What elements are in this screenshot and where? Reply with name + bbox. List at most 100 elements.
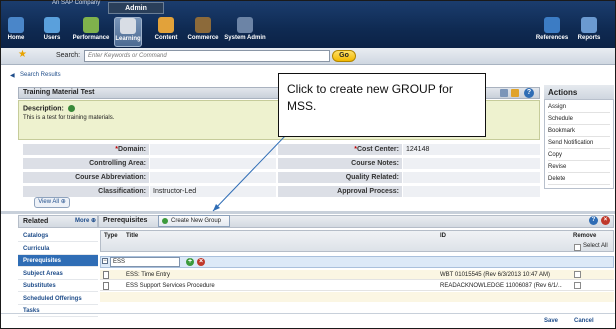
save-button[interactable]: Save — [544, 318, 558, 324]
field-label: *Cost Center: — [278, 144, 402, 155]
field-label-text: Classification: — [98, 188, 146, 195]
column-id[interactable]: ID — [440, 233, 446, 239]
field-value — [403, 158, 540, 169]
field-label-text: Approval Process: — [337, 188, 399, 195]
prerequisites-table-header — [100, 230, 614, 252]
field-label-text: Controlling Area: — [89, 160, 146, 167]
search-results-link[interactable]: Search Results — [20, 72, 61, 78]
nav-commerce[interactable]: Commerce — [185, 17, 221, 47]
references-icon — [544, 17, 560, 33]
field-label-text: Quality Related: — [345, 174, 399, 181]
action-revise[interactable]: Revise — [548, 161, 610, 173]
nav-label: Commerce — [187, 35, 219, 41]
related-substitutes[interactable]: Substitutes — [18, 280, 98, 292]
nav-references[interactable]: References — [532, 17, 572, 47]
instruction-callout: Click to create new GROUP for MSS. — [278, 73, 486, 137]
related-tasks[interactable]: Tasks — [18, 305, 98, 317]
field-label: Course Notes: — [278, 158, 402, 169]
field-value — [403, 172, 540, 183]
search-label: Search: — [56, 52, 81, 59]
group-name-input[interactable]: ESS — [110, 257, 180, 267]
print-icon[interactable] — [511, 89, 519, 97]
field-label-text: Domain: — [118, 146, 146, 153]
create-new-group-label: Create New Group — [171, 218, 222, 224]
field-label: Classification: — [23, 186, 149, 197]
prereq-help-icon[interactable]: ? — [589, 216, 598, 225]
related-scheduled-offerings[interactable]: Scheduled Offerings — [18, 293, 98, 305]
field-value — [150, 158, 276, 169]
prereq-close-icon[interactable]: × — [601, 216, 610, 225]
nav-users[interactable]: Users — [38, 17, 66, 47]
action-bookmark[interactable]: Bookmark — [548, 125, 610, 137]
performance-icon — [83, 17, 99, 33]
nav-reports[interactable]: Reports — [574, 17, 604, 47]
document-icon — [103, 282, 109, 290]
field-value — [403, 186, 540, 197]
prereq-id: WBT 01015545 (Rev 6/3/2013 10:47 AM) — [440, 272, 550, 278]
commerce-icon — [195, 17, 211, 33]
related-subject-areas[interactable]: Subject Areas — [18, 268, 98, 280]
related-prerequisites[interactable]: Prerequisites — [18, 255, 98, 267]
view-all-button[interactable]: View All ⊕ — [34, 197, 70, 208]
nav-label: Performance — [72, 35, 110, 41]
prereq-title: ESS: Time Entry — [126, 272, 171, 278]
admin-tab[interactable]: Admin — [108, 2, 164, 14]
field-label-text: Cost Center: — [356, 146, 399, 153]
action-send-notification[interactable]: Send Notification — [548, 137, 610, 149]
nav-label: Learning — [115, 36, 141, 42]
back-arrow-icon[interactable]: ◀ — [10, 72, 15, 79]
action-copy[interactable]: Copy — [548, 149, 610, 161]
add-circle-icon — [162, 218, 168, 224]
prereq-title: ESS Support Services Procedure — [126, 283, 215, 289]
related-curricula[interactable]: Curricula — [18, 243, 98, 255]
related-catalogs[interactable]: Catalogs — [18, 230, 98, 242]
add-to-group-icon[interactable]: + — [186, 258, 194, 266]
column-title[interactable]: Title — [126, 233, 138, 239]
column-remove: Remove — [573, 233, 597, 239]
expand-circle-icon: ⊕ — [60, 199, 66, 205]
search-input[interactable]: Enter Keywords or Command — [84, 50, 330, 62]
select-all-checkbox[interactable] — [574, 244, 581, 251]
system-admin-icon — [237, 17, 253, 33]
field-label-text: Course Notes: — [351, 160, 399, 167]
reports-icon — [581, 17, 597, 33]
view-all-label: View All — [38, 199, 60, 205]
remove-checkbox[interactable] — [574, 271, 581, 278]
nav-label: Home — [7, 35, 25, 41]
help-icon[interactable]: ? — [524, 88, 534, 98]
nav-learning[interactable]: Learning — [114, 17, 142, 47]
action-delete[interactable]: Delete — [548, 173, 610, 185]
nav-label: Content — [154, 35, 178, 41]
footer-divider — [1, 313, 615, 314]
prereq-id: READACKNOWLEDGE 11006087 (Rev 6/1/... — [440, 283, 562, 289]
action-schedule[interactable]: Schedule — [548, 113, 610, 125]
field-value: 124148 — [403, 144, 540, 155]
go-button[interactable]: Go — [332, 50, 356, 62]
column-type[interactable]: Type — [104, 233, 118, 239]
nav-performance[interactable]: Performance — [72, 17, 110, 47]
create-new-group-button[interactable]: Create New Group — [158, 215, 230, 227]
nav-home[interactable]: Home — [2, 17, 30, 47]
home-icon — [8, 17, 24, 33]
field-label: Course Abbreviation: — [23, 172, 149, 183]
globe-icon — [67, 105, 75, 112]
edit-icon[interactable] — [500, 89, 508, 97]
description-label: Description: — [23, 105, 64, 113]
field-label: Approval Process: — [278, 186, 402, 197]
field-label: Quality Related: — [278, 172, 402, 183]
content-icon — [158, 17, 174, 33]
nav-content[interactable]: Content — [150, 17, 182, 47]
more-circle-icon: ⊕ — [91, 218, 97, 224]
action-assign[interactable]: Assign — [548, 101, 610, 113]
favorites-star-icon[interactable]: ★ — [18, 49, 27, 60]
nav-system-admin[interactable]: System Admin — [222, 17, 268, 47]
related-more-label: More — [75, 218, 90, 224]
remove-checkbox[interactable] — [574, 282, 581, 289]
field-label: *Domain: — [23, 144, 149, 155]
collapse-group-icon[interactable]: − — [102, 258, 108, 264]
users-icon — [44, 17, 60, 33]
learning-icon — [120, 18, 136, 34]
cancel-button[interactable]: Cancel — [574, 318, 594, 324]
related-more-link[interactable]: More ⊕ — [75, 217, 96, 224]
delete-group-icon[interactable]: × — [197, 258, 205, 266]
